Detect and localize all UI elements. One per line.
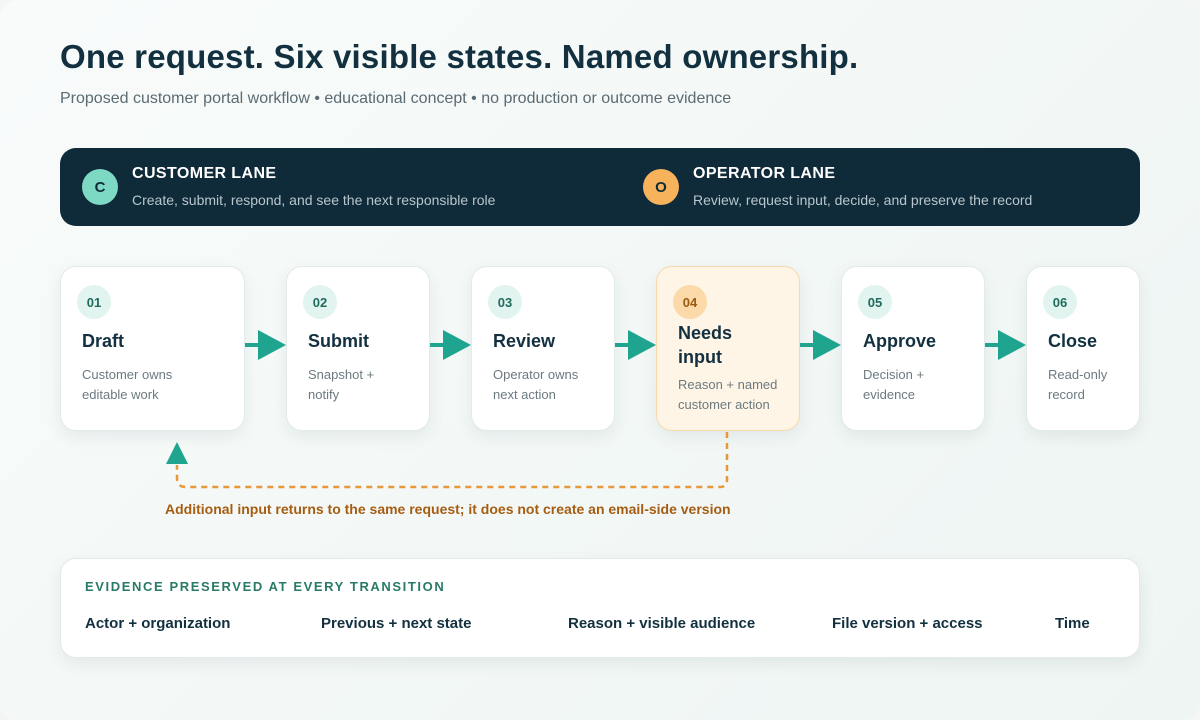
evidence-item: Time [1055, 615, 1090, 632]
arrow-review-to-needs-input [615, 330, 656, 360]
evidence-title: EVIDENCE PRESERVED AT EVERY TRANSITION [85, 579, 446, 594]
evidence-item: Actor + organization [85, 615, 231, 632]
evidence-item: Reason + visible audience [568, 615, 756, 632]
evidence-item: File version + access [832, 615, 983, 632]
evidence-panel: EVIDENCE PRESERVED AT EVERY TRANSITION A… [60, 558, 1140, 658]
arrow-submit-to-review [430, 330, 471, 360]
loop-back-arrowhead [166, 442, 188, 464]
page: One request. Six visible states. Named o… [0, 0, 1200, 720]
arrow-draft-to-submit [245, 330, 286, 360]
arrow-needs-input-to-approve [800, 330, 841, 360]
loop-note: Additional input returns to the same req… [165, 501, 731, 517]
evidence-item: Previous + next state [321, 615, 472, 632]
loop-back-path [175, 432, 729, 489]
arrow-approve-to-close [985, 330, 1026, 360]
